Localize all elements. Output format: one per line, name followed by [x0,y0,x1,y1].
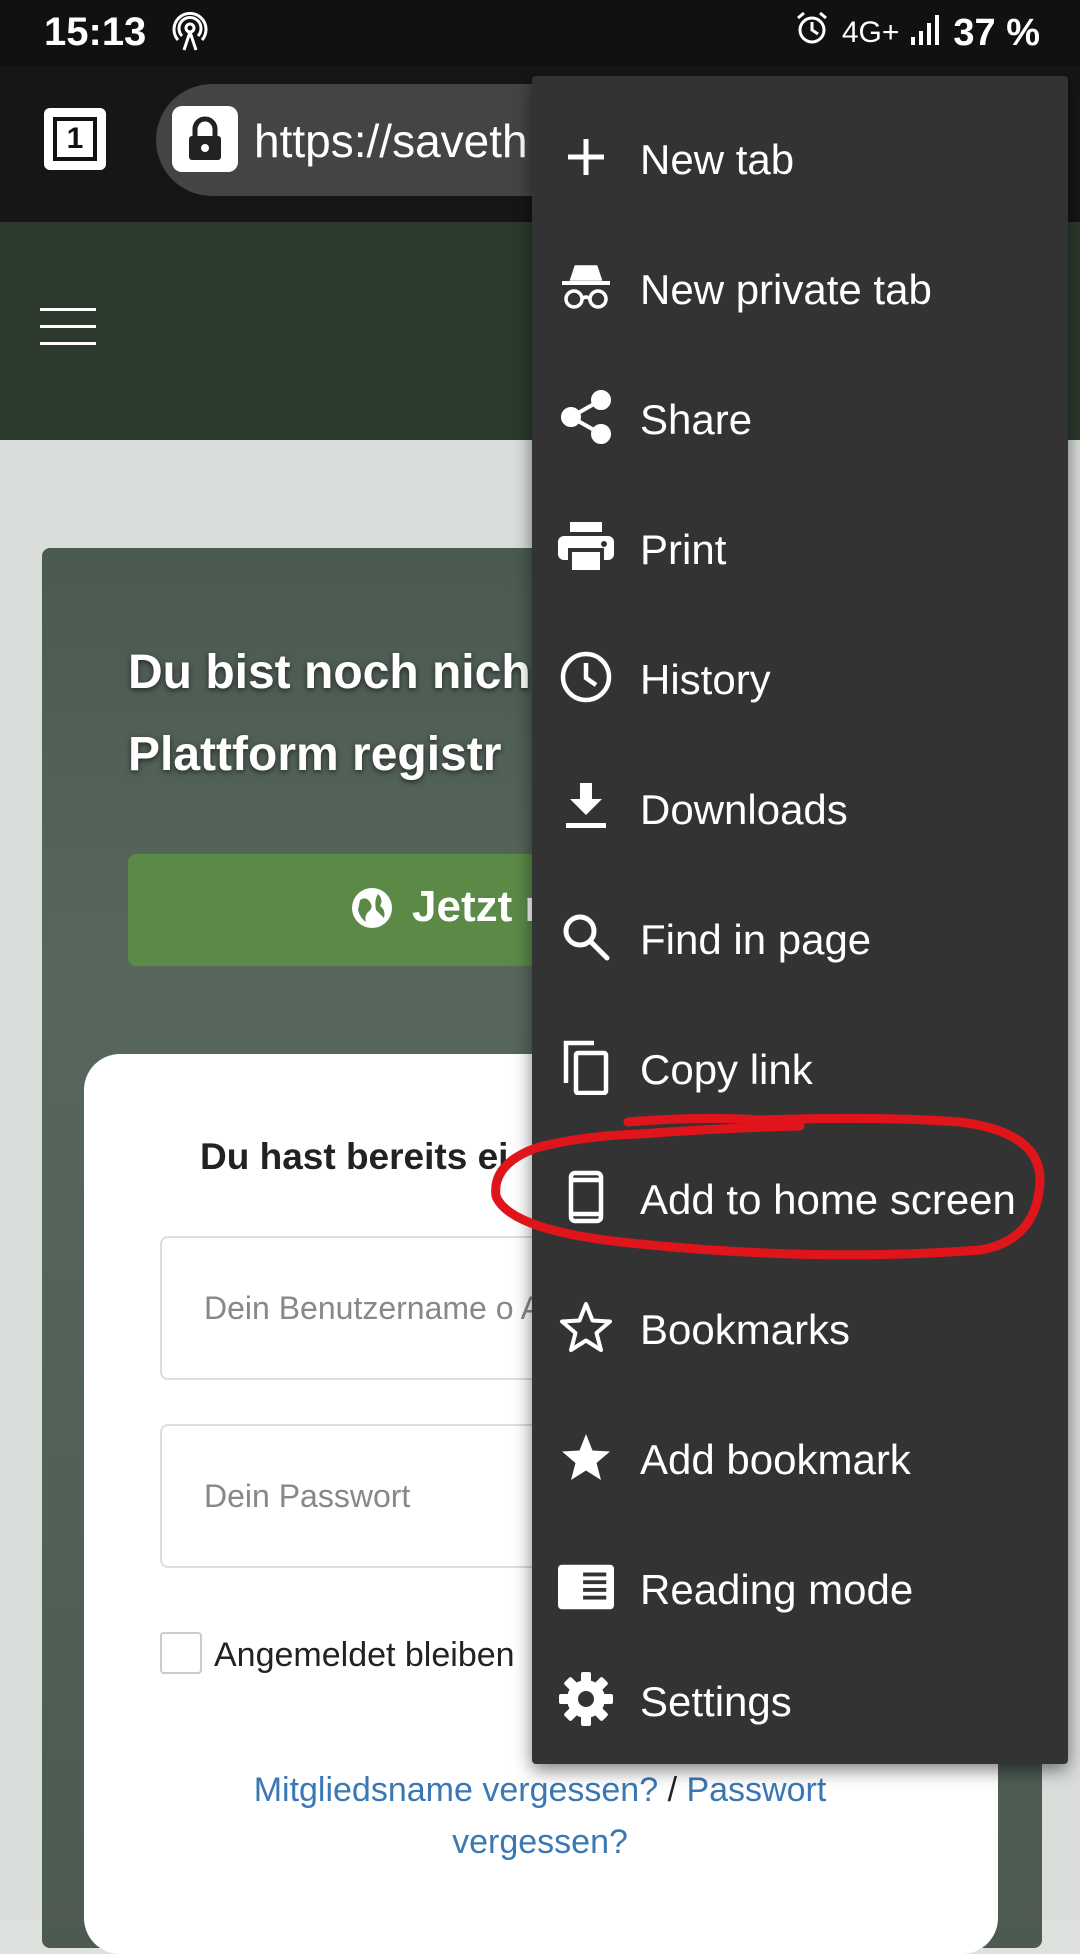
phone-icon [558,1169,614,1225]
menu-item-find-in-page[interactable]: Find in page [532,872,1068,1002]
menu-item-new-private-tab[interactable]: New private tab [532,222,1068,352]
forgot-separator: / [658,1771,687,1809]
forgot-links: Mitgliedsname vergessen? / Passwort verg… [180,1764,900,1868]
alarm-icon [794,10,830,56]
menu-item-share[interactable]: Share [532,352,1068,482]
menu-item-label: Add to home screen [640,1176,1016,1223]
copy-icon [558,1039,614,1095]
incognito-icon [558,259,614,315]
menu-item-add-bookmark[interactable]: Add bookmark [532,1392,1068,1522]
tabs-button[interactable]: 1 [44,108,106,170]
menu-item-label: Reading mode [640,1566,914,1613]
tab-count: 1 [53,117,97,161]
password-placeholder: Dein Passwort [204,1478,411,1514]
globe-icon [350,886,394,935]
battery-text: 37 % [953,11,1040,54]
menu-item-label: Downloads [640,786,848,833]
star-filled-icon [558,1429,614,1485]
menu-item-label: New private tab [640,266,932,313]
plus-icon [558,129,614,185]
history-icon [558,649,614,705]
network-type: 4G+ [841,16,900,49]
menu-item-label: Add bookmark [640,1436,911,1483]
reading-mode-icon [558,1559,614,1615]
signal-icon [911,12,941,55]
menu-item-copy-link[interactable]: Copy link [532,1002,1068,1132]
login-title: Du hast bereits ei [200,1136,509,1177]
menu-item-new-tab[interactable]: New tab [532,92,1068,222]
menu-item-label: New tab [640,136,795,183]
menu-item-history[interactable]: History [532,612,1068,742]
menu-item-label: Copy link [640,1046,813,1093]
forgot-username-link[interactable]: Mitgliedsname vergessen? [254,1771,658,1809]
menu-item-settings[interactable]: Settings [532,1634,1068,1764]
status-right-group: 4G+ 37 % [794,10,1040,56]
menu-item-print[interactable]: Print [532,482,1068,612]
hamburger-menu-icon[interactable] [40,308,96,359]
register-button-label: Jetzt r [412,882,542,931]
star-outline-icon [558,1299,614,1355]
menu-item-label: Share [640,396,753,443]
menu-item-bookmarks[interactable]: Bookmarks [532,1262,1068,1392]
download-icon [558,779,614,835]
hotspot-icon [170,11,210,57]
share-icon [558,389,614,445]
status-time: 15:13 [44,10,147,54]
remember-me-checkbox[interactable] [160,1632,202,1674]
search-icon [558,909,614,965]
gear-icon [558,1671,614,1727]
menu-item-downloads[interactable]: Downloads [532,742,1068,872]
url-text: https://saveth [254,115,528,167]
status-bar: 15:13 4G+ 37 % [0,0,1080,66]
menu-item-reading-mode[interactable]: Reading mode [532,1522,1068,1652]
remember-me-label: Angemeldet bleiben [214,1636,515,1674]
print-icon [558,519,614,575]
menu-item-label: Print [640,526,727,573]
menu-item-label: Bookmarks [640,1306,851,1353]
menu-item-label: Settings [640,1678,792,1725]
menu-item-label: History [640,656,771,703]
menu-item-label: Find in page [640,916,872,963]
menu-item-add-to-home-screen[interactable]: Add to home screen [532,1132,1068,1262]
overflow-menu: New tab New private tab Share Print Hist… [532,76,1068,1764]
lock-icon[interactable] [172,106,238,172]
